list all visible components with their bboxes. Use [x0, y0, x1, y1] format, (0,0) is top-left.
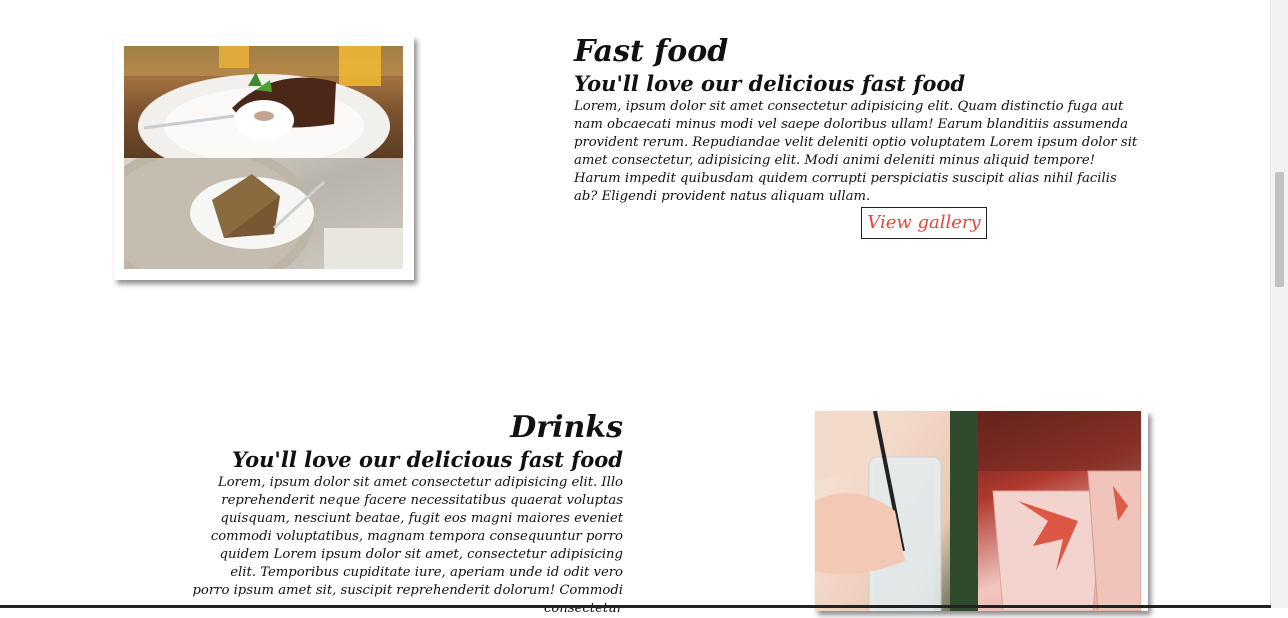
- drinking-glass-photo: [815, 411, 978, 611]
- section-description: Lorem, ipsum dolor sit amet consectetur …: [192, 475, 623, 616]
- drinks-image-card: [815, 411, 1148, 611]
- fast-food-section: Fast food You'll love our delicious fast…: [574, 34, 1144, 206]
- scrollbar-thumb[interactable]: [1275, 172, 1284, 287]
- vertical-scrollbar[interactable]: [1270, 0, 1288, 608]
- drinks-section: Drinks You'll love our delicious fast fo…: [190, 410, 623, 618]
- cake-slice-photo: [124, 158, 403, 269]
- section-subtitle: You'll love our delicious fast food: [231, 447, 623, 472]
- section-title: Fast food: [574, 34, 729, 69]
- section-title: Drinks: [510, 410, 623, 445]
- section-description: Lorem, ipsum dolor sit amet consectetur …: [574, 99, 1138, 204]
- cocktail-glasses-photo: [978, 411, 1141, 611]
- view-gallery-button[interactable]: View gallery: [861, 207, 987, 239]
- cake-plate-photo: [124, 46, 403, 158]
- section-subtitle: You'll love our delicious fast food: [574, 71, 966, 96]
- fast-food-image-card: [114, 36, 414, 280]
